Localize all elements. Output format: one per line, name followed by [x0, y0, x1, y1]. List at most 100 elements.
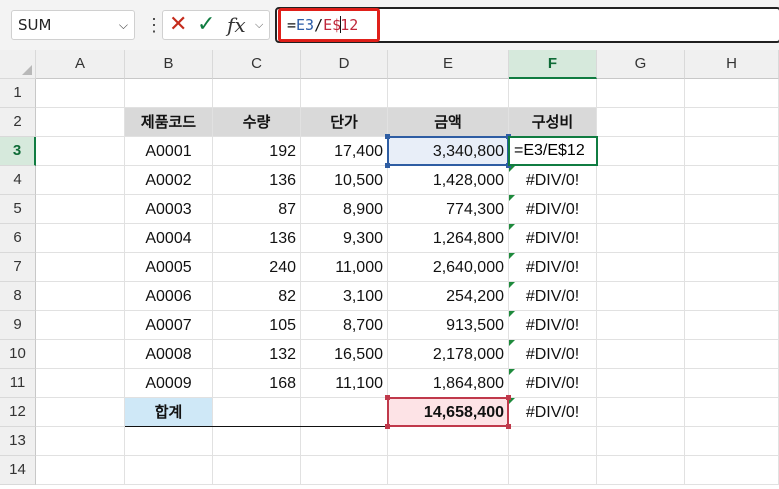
unit-price-cell[interactable]: 10,500	[301, 166, 388, 195]
quantity-cell[interactable]: 136	[213, 166, 301, 195]
unit-price-cell[interactable]: 8,900	[301, 195, 388, 224]
table-header-2[interactable]: 수량	[213, 108, 301, 137]
amount-cell[interactable]: 1,428,000	[388, 166, 509, 195]
enter-icon[interactable]: ✓	[197, 11, 215, 39]
ratio-cell-error[interactable]: #DIV/0!	[509, 224, 597, 253]
cell-a8[interactable]	[36, 282, 125, 311]
total-amount-cell[interactable]: 14,658,400	[388, 398, 509, 427]
quantity-cell[interactable]: 240	[213, 253, 301, 282]
cell-h5[interactable]	[685, 195, 779, 224]
chevron-down-icon[interactable]: ⌵	[255, 11, 263, 39]
cell-h3[interactable]	[685, 137, 779, 166]
amount-cell[interactable]: 2,640,000	[388, 253, 509, 282]
cell-g7[interactable]	[597, 253, 685, 282]
column-header-d[interactable]: D	[301, 50, 388, 79]
quantity-cell[interactable]: 136	[213, 224, 301, 253]
unit-price-cell[interactable]: 11,100	[301, 369, 388, 398]
cell-b14[interactable]	[125, 456, 213, 485]
table-header-1[interactable]: 제품코드	[125, 108, 213, 137]
row-header-7[interactable]: 7	[0, 253, 36, 282]
cell-f14[interactable]	[509, 456, 597, 485]
cell-a5[interactable]	[36, 195, 125, 224]
cell-g10[interactable]	[597, 340, 685, 369]
row-header-11[interactable]: 11	[0, 369, 36, 398]
cell-g8[interactable]	[597, 282, 685, 311]
ratio-cell-error[interactable]: #DIV/0!	[509, 340, 597, 369]
product-code-cell[interactable]: A0008	[125, 340, 213, 369]
cell-a10[interactable]	[36, 340, 125, 369]
cell-a13[interactable]	[36, 427, 125, 456]
product-code-cell[interactable]: A0003	[125, 195, 213, 224]
product-code-cell[interactable]: A0006	[125, 282, 213, 311]
cell-g13[interactable]	[597, 427, 685, 456]
cell-g4[interactable]	[597, 166, 685, 195]
cell-c13[interactable]	[213, 427, 301, 456]
cell-a9[interactable]	[36, 311, 125, 340]
cell-e13[interactable]	[388, 427, 509, 456]
ratio-cell-error[interactable]: #DIV/0!	[509, 311, 597, 340]
cell-h6[interactable]	[685, 224, 779, 253]
cell-b13[interactable]	[125, 427, 213, 456]
row-header-9[interactable]: 9	[0, 311, 36, 340]
cell-e1[interactable]	[388, 79, 509, 108]
column-header-f[interactable]: F	[509, 50, 597, 79]
cancel-icon[interactable]: ✕	[169, 11, 187, 39]
amount-cell[interactable]: 913,500	[388, 311, 509, 340]
row-header-6[interactable]: 6	[0, 224, 36, 253]
column-header-a[interactable]: A	[36, 50, 125, 79]
product-code-cell[interactable]: A0005	[125, 253, 213, 282]
cell-g9[interactable]	[597, 311, 685, 340]
cell-a14[interactable]	[36, 456, 125, 485]
table-header-5[interactable]: 구성비	[509, 108, 597, 137]
row-header-14[interactable]: 14	[0, 456, 36, 485]
row-header-5[interactable]: 5	[0, 195, 36, 224]
cell-f13[interactable]	[509, 427, 597, 456]
row-header-12[interactable]: 12	[0, 398, 36, 427]
product-code-cell[interactable]: A0001	[125, 137, 213, 166]
column-header-g[interactable]: G	[597, 50, 685, 79]
ratio-cell-error[interactable]: #DIV/0!	[509, 166, 597, 195]
quantity-cell[interactable]: 192	[213, 137, 301, 166]
formula-text[interactable]: =E3/E$12	[287, 10, 358, 40]
cell-g12[interactable]	[597, 398, 685, 427]
cell-g14[interactable]	[597, 456, 685, 485]
cell-g6[interactable]	[597, 224, 685, 253]
cell-a3[interactable]	[36, 137, 125, 166]
quantity-cell[interactable]: 87	[213, 195, 301, 224]
cell-h12[interactable]	[685, 398, 779, 427]
active-cell-editor[interactable]: =E3/E$12	[508, 136, 598, 166]
insert-function-icon[interactable]: fx	[227, 11, 246, 39]
ratio-cell-error[interactable]: #DIV/0!	[509, 369, 597, 398]
cell-f1[interactable]	[509, 79, 597, 108]
cell-h4[interactable]	[685, 166, 779, 195]
cell-d13[interactable]	[301, 427, 388, 456]
row-header-13[interactable]: 13	[0, 427, 36, 456]
more-options-icon[interactable]: ⋮	[145, 11, 163, 39]
cell-h10[interactable]	[685, 340, 779, 369]
quantity-cell[interactable]: 132	[213, 340, 301, 369]
cell-h14[interactable]	[685, 456, 779, 485]
cell-h1[interactable]	[685, 79, 779, 108]
row-header-4[interactable]: 4	[0, 166, 36, 195]
cell-a1[interactable]	[36, 79, 125, 108]
cell-h9[interactable]	[685, 311, 779, 340]
cell-h7[interactable]	[685, 253, 779, 282]
total-ratio-cell[interactable]: #DIV/0!	[509, 398, 597, 427]
unit-price-cell[interactable]: 16,500	[301, 340, 388, 369]
product-code-cell[interactable]: A0004	[125, 224, 213, 253]
row-header-8[interactable]: 8	[0, 282, 36, 311]
cell-g2[interactable]	[597, 108, 685, 137]
cell-d12[interactable]	[301, 398, 388, 427]
column-header-e[interactable]: E	[388, 50, 509, 79]
amount-cell[interactable]: 774,300	[388, 195, 509, 224]
row-header-10[interactable]: 10	[0, 340, 36, 369]
product-code-cell[interactable]: A0007	[125, 311, 213, 340]
cell-a12[interactable]	[36, 398, 125, 427]
row-header-2[interactable]: 2	[0, 108, 36, 137]
cell-g3[interactable]	[597, 137, 685, 166]
amount-cell[interactable]: 1,864,800	[388, 369, 509, 398]
chevron-down-icon[interactable]: ⌵	[119, 11, 128, 39]
cell-h13[interactable]	[685, 427, 779, 456]
column-header-h[interactable]: H	[685, 50, 779, 79]
amount-cell[interactable]: 3,340,800	[388, 137, 509, 166]
